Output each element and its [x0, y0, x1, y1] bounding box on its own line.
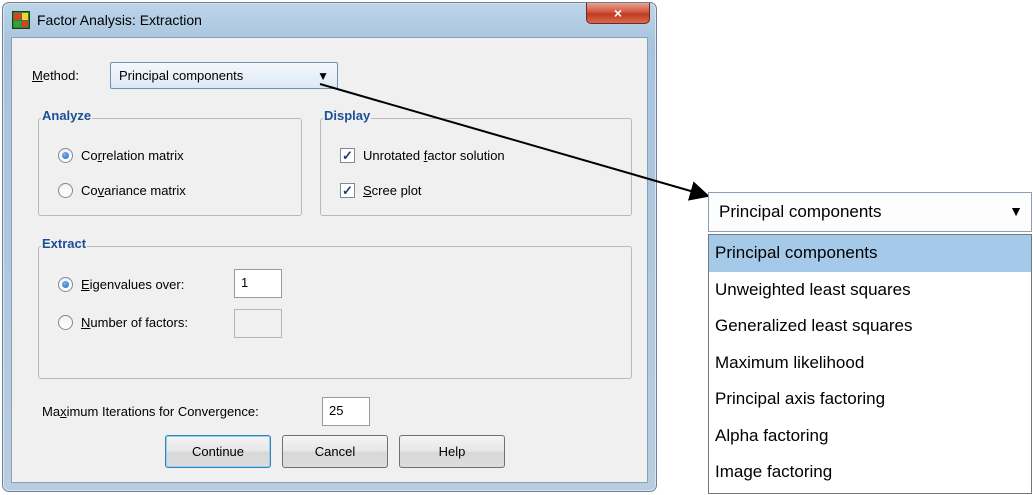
- dropdown-option[interactable]: Alpha factoring: [709, 418, 1031, 455]
- method-dropdown-list: Principal components Unweighted least sq…: [708, 234, 1032, 494]
- dropdown-option[interactable]: Principal axis factoring: [709, 381, 1031, 418]
- dropdown-option[interactable]: Image factoring: [709, 454, 1031, 491]
- method-dropdown-expanded-header[interactable]: Principal components ▼: [708, 192, 1032, 232]
- dropdown-option[interactable]: Unweighted least squares: [709, 272, 1031, 309]
- dropdown-option[interactable]: Generalized least squares: [709, 308, 1031, 345]
- dropdown-option[interactable]: Principal components: [709, 235, 1031, 272]
- chevron-down-icon: ▼: [1009, 203, 1023, 219]
- dropdown-selected-value: Principal components: [719, 202, 882, 221]
- dropdown-option[interactable]: Maximum likelihood: [709, 345, 1031, 382]
